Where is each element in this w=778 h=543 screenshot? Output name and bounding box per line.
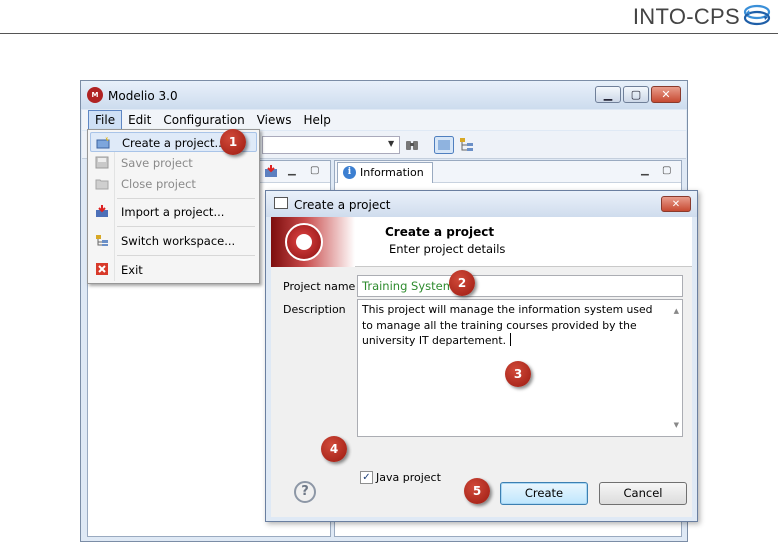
create-project-dialog: Create a project ✕ Create a project Ente…	[265, 190, 698, 522]
left-pane-maximize-icon[interactable]: ▢	[310, 165, 319, 176]
menu-item-label: Exit	[121, 263, 143, 277]
menu-item-label: Import a project...	[121, 205, 225, 219]
menu-item-label: Save project	[121, 156, 193, 170]
tab-information-label: Information	[360, 166, 424, 179]
step-marker-5: 5	[464, 478, 490, 504]
step-marker-1: 1	[220, 129, 246, 155]
menu-item-close-project[interactable]: Close project	[90, 174, 257, 194]
into-cps-logo-icon	[743, 4, 771, 26]
combo-arrow-icon[interactable]: ▼	[388, 139, 394, 148]
document-page: INTO-CPS M Modelio 3.0 ▁ ▢ ✕ File Edit C…	[0, 0, 778, 543]
exit-icon	[96, 263, 108, 275]
logo-disc	[285, 223, 323, 261]
window-title: Modelio 3.0	[108, 89, 178, 103]
description-label: Description	[283, 303, 346, 316]
step-marker-2: 2	[449, 270, 475, 296]
menu-separator	[117, 255, 255, 256]
info-icon: i	[343, 166, 356, 179]
folder-icon	[95, 179, 109, 190]
left-pane-minimize-icon[interactable]: ▁	[288, 165, 296, 176]
java-project-label[interactable]: Java project	[376, 471, 441, 484]
tab-information[interactable]: i Information	[337, 162, 433, 183]
help-icon[interactable]: ?	[294, 481, 316, 503]
right-pane-tabbar: i Information ▁ ▢	[335, 161, 681, 183]
scroll-up-icon[interactable]: ▲	[674, 304, 679, 320]
menu-bar: File Edit Configuration Views Help	[82, 110, 686, 130]
perspective-combo[interactable]	[262, 136, 400, 154]
menu-help[interactable]: Help	[297, 110, 336, 130]
menu-item-label: Close project	[121, 177, 196, 191]
tree-view-icon[interactable]	[459, 137, 475, 153]
dialog-banner: Create a project Enter project details	[271, 217, 692, 267]
menu-item-import-project[interactable]: Import a project...	[90, 202, 257, 222]
text-caret	[510, 333, 511, 346]
description-text: This project will manage the information…	[362, 303, 653, 347]
import-icon	[96, 205, 108, 217]
minimize-button[interactable]: ▁	[595, 86, 621, 103]
scroll-down-icon[interactable]: ▼	[674, 418, 679, 434]
menu-item-label: Create a project...	[122, 136, 226, 150]
create-button[interactable]: Create	[500, 482, 588, 505]
menu-item-exit[interactable]: Exit	[90, 260, 257, 280]
menu-edit[interactable]: Edit	[122, 110, 157, 130]
modelio-logo-icon	[271, 217, 355, 267]
menu-file[interactable]: File	[88, 110, 123, 130]
save-icon	[95, 156, 109, 169]
right-pane-maximize-icon[interactable]: ▢	[662, 165, 671, 176]
logo-disc-center	[296, 234, 312, 250]
menu-configuration[interactable]: Configuration	[157, 110, 250, 130]
menu-separator	[117, 226, 255, 227]
workspace-icon	[96, 235, 108, 246]
cancel-button[interactable]: Cancel	[599, 482, 687, 505]
window-caption-buttons: ▁ ▢ ✕	[595, 86, 681, 103]
new-project-icon	[96, 136, 110, 149]
close-icon: ✕	[661, 88, 671, 101]
java-project-checkbox[interactable]: ✓	[360, 471, 373, 484]
document-header: INTO-CPS	[0, 0, 778, 34]
header-divider	[0, 33, 778, 34]
step-marker-3: 3	[505, 361, 531, 387]
maximize-button[interactable]: ▢	[623, 86, 649, 103]
menu-item-label: Switch workspace...	[121, 234, 236, 248]
dialog-body: Create a project Enter project details P…	[271, 217, 692, 517]
modelio-app-icon: M	[87, 87, 103, 103]
close-icon: ✕	[671, 199, 681, 210]
project-name-label: Project name	[283, 280, 356, 293]
dialog-window-icon	[274, 197, 288, 209]
menu-item-switch-workspace[interactable]: Switch workspace...	[90, 231, 257, 251]
banner-subtitle: Enter project details	[389, 242, 506, 256]
open-perspective-icon[interactable]	[434, 136, 454, 154]
window-titlebar[interactable]: M Modelio 3.0 ▁ ▢ ✕	[81, 81, 687, 109]
dialog-close-button[interactable]: ✕	[661, 196, 691, 212]
brand-text: INTO-CPS	[632, 4, 740, 29]
menu-views[interactable]: Views	[251, 110, 298, 130]
close-window-button[interactable]: ✕	[651, 86, 681, 103]
project-name-input[interactable]: Training System	[357, 275, 683, 297]
maximize-icon: ▢	[630, 88, 642, 101]
banner-title: Create a project	[385, 225, 495, 239]
step-marker-4: 4	[321, 436, 347, 462]
import-icon[interactable]	[264, 165, 279, 178]
right-pane-minimize-icon[interactable]: ▁	[641, 165, 649, 176]
dialog-title: Create a project	[294, 198, 391, 212]
menu-item-save-project[interactable]: Save project	[90, 153, 257, 173]
binoculars-icon[interactable]	[404, 137, 420, 153]
dialog-titlebar[interactable]: Create a project ✕	[266, 191, 697, 217]
minimize-icon: ▁	[603, 88, 613, 101]
menu-separator	[117, 198, 255, 199]
